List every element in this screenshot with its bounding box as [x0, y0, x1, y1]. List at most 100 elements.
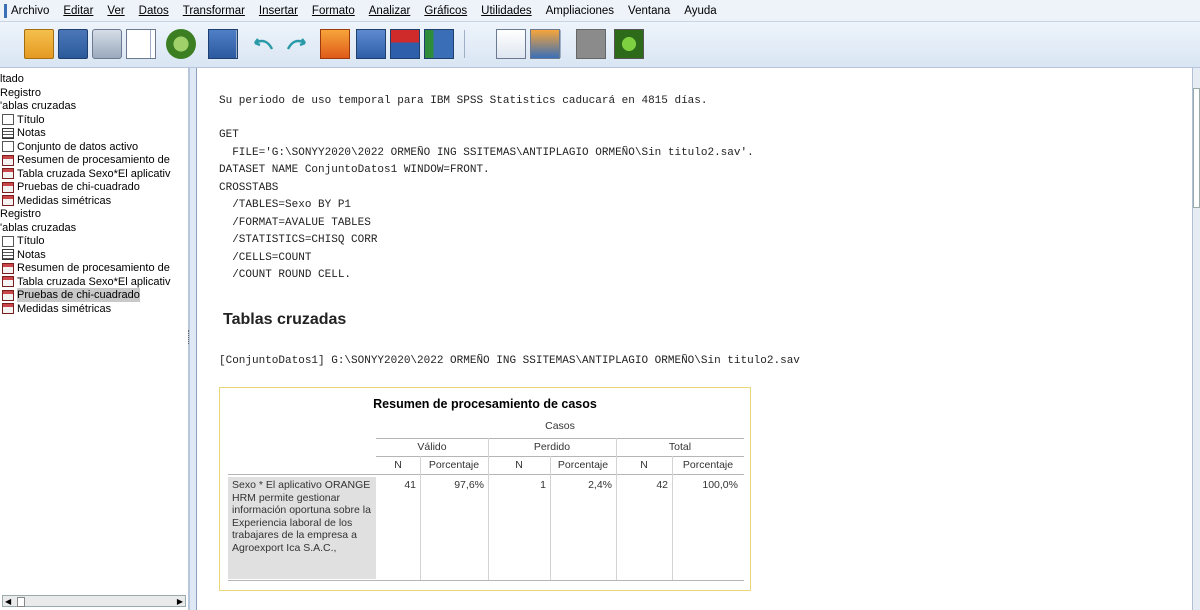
outline-item[interactable]: Pruebas de chi-cuadrado — [2, 288, 140, 302]
outline-item[interactable]: 'ablas cruzadas — [0, 99, 76, 113]
menu-editar[interactable]: Editar — [63, 5, 93, 17]
disabled-icon[interactable] — [576, 29, 606, 59]
title-icon — [2, 114, 14, 125]
subcol-header: N — [394, 459, 402, 471]
syntax-line: DATASET NAME ConjuntoDatos1 WINDOW=FRONT… — [219, 164, 490, 176]
scroll-left-icon[interactable]: ◀ — [5, 598, 11, 606]
menu-insertar[interactable]: Insertar — [259, 5, 298, 17]
col-header: Perdido — [533, 441, 571, 453]
scroll-right-icon[interactable]: ▶ — [177, 598, 183, 606]
outline-item[interactable]: Registro — [0, 86, 41, 100]
outline-item[interactable]: Medidas simétricas — [2, 302, 111, 316]
table-icon — [2, 168, 14, 179]
outline-item-label: Medidas simétricas — [17, 302, 112, 315]
outline-item-label: Pruebas de chi-cuadrado — [17, 181, 140, 193]
menu-transformar[interactable]: Transformar — [183, 5, 245, 17]
table-icon — [2, 303, 14, 314]
menu-archivo[interactable]: Archivo — [11, 5, 49, 17]
subcol-header: Porcentaje — [428, 459, 480, 471]
undo-icon[interactable] — [248, 29, 278, 59]
outline-item[interactable]: Título — [2, 113, 45, 127]
pane-splitter[interactable] — [188, 330, 191, 344]
outline-item-label: Tabla cruzada Sexo*El aplicativ — [17, 275, 171, 288]
menu-utilidades[interactable]: Utilidades — [481, 5, 532, 17]
outline-item[interactable]: Tabla cruzada Sexo*El aplicativ — [2, 275, 170, 289]
menu-gr-ficos[interactable]: Gráficos — [424, 5, 467, 17]
insert-variable-icon[interactable] — [424, 29, 454, 59]
scroll-thumb[interactable] — [1193, 88, 1200, 208]
open-icon[interactable] — [24, 29, 54, 59]
menu-formato[interactable]: Formato — [312, 5, 355, 17]
table-icon — [2, 181, 14, 193]
outline-horizontal-scrollbar[interactable]: ◀ ▶ — [2, 595, 186, 607]
outline-item[interactable]: Medidas simétricas — [2, 194, 111, 208]
outline-item[interactable]: Notas — [2, 248, 46, 262]
outline-item-label: Medidas simétricas — [17, 194, 112, 207]
outline-item-label: Título — [17, 235, 45, 247]
outline-pane[interactable]: ltado Registro'ablas cruzadas Título Notas C… — [0, 68, 190, 610]
dataset-line: [ConjuntoDatos1] G:\SONYY2020\2022 ORMEÑ… — [219, 355, 800, 367]
subcol-header: N — [515, 459, 523, 471]
print-icon[interactable] — [92, 29, 122, 59]
outline-item-label: Notas — [17, 127, 46, 139]
subcol-header: Porcentaje — [557, 459, 609, 471]
col-header: Total — [668, 441, 692, 453]
outline-item[interactable]: Resumen de procesamiento de — [2, 153, 170, 167]
outline-item[interactable]: Pruebas de chi-cuadrado — [2, 180, 140, 194]
script-icon[interactable] — [530, 29, 560, 59]
table-icon — [2, 289, 14, 301]
outline-item-label: Conjunto de datos activo — [17, 140, 139, 153]
syntax-line: GET — [219, 129, 239, 141]
table-cell: 100,0% — [702, 479, 738, 491]
table-cell: 42 — [656, 479, 668, 491]
case-processing-table[interactable]: Resumen de procesamiento de casos Casos … — [219, 387, 751, 591]
subcol-header: Porcentaje — [682, 459, 734, 471]
outline-item[interactable]: Resumen de procesamiento de — [2, 261, 170, 275]
title-icon — [2, 141, 14, 152]
outline-item[interactable]: Conjunto de datos activo — [2, 140, 138, 154]
syntax-line: /FORMAT=AVALUE TABLES — [219, 216, 371, 229]
outline-item-label: 'ablas cruzadas — [0, 221, 77, 234]
outline-item-label: 'ablas cruzadas — [0, 100, 77, 112]
syntax-line: FILE='G:\SONYY2020\2022 ORMEÑO ING SSITE… — [219, 146, 754, 159]
goto-case-icon[interactable] — [320, 29, 350, 59]
outline-item-label: ltado — [0, 73, 24, 85]
outline-item[interactable]: 'ablas cruzadas — [0, 221, 76, 235]
col-header: Válido — [417, 441, 447, 453]
outline-item[interactable]: Título — [2, 234, 45, 248]
save-icon[interactable] — [58, 29, 88, 59]
outline-item-label: Pruebas de chi-cuadrado — [17, 288, 140, 302]
table-cell: 41 — [404, 479, 416, 491]
outline-item[interactable]: Notas — [2, 126, 46, 140]
outline-item[interactable]: Tabla cruzada Sexo*El aplicativ — [2, 167, 170, 181]
table-icon — [2, 276, 14, 287]
export-icon[interactable] — [166, 29, 196, 59]
redo-icon[interactable] — [282, 29, 312, 59]
content-vertical-scrollbar[interactable] — [1192, 68, 1200, 610]
menu-ampliaciones[interactable]: Ampliaciones — [546, 5, 614, 17]
menu-ver[interactable]: Ver — [107, 5, 124, 17]
goto-data-icon[interactable] — [208, 29, 238, 59]
outline-item[interactable]: ltado — [0, 72, 24, 86]
syntax-line: /TABLES=Sexo BY P1 — [219, 199, 352, 211]
goto-variable-icon[interactable] — [356, 29, 386, 59]
edit-icon[interactable] — [496, 29, 526, 59]
section-title: Tablas cruzadas — [223, 311, 347, 328]
outline-item-label: Notas — [17, 248, 46, 261]
menu-ventana[interactable]: Ventana — [628, 5, 670, 17]
menu-analizar[interactable]: Analizar — [369, 5, 411, 17]
app-icon — [4, 3, 7, 18]
table-title: Resumen de procesamiento de casos — [373, 397, 597, 411]
menu-ayuda[interactable]: Ayuda — [684, 5, 716, 17]
group-header: Casos — [545, 420, 575, 432]
outline-item-label: Registro — [0, 86, 41, 99]
outline-item-label: Resumen de procesamiento de — [17, 154, 170, 166]
scroll-thumb[interactable] — [17, 597, 25, 607]
insert-case-icon[interactable] — [390, 29, 420, 59]
table-icon — [2, 154, 14, 166]
menu-datos[interactable]: Datos — [139, 5, 169, 17]
add-output-icon[interactable] — [614, 29, 644, 59]
print-preview-icon[interactable] — [126, 29, 156, 59]
outline-item[interactable]: Registro — [0, 207, 41, 221]
syntax-line: /COUNT ROUND CELL. — [219, 269, 352, 281]
